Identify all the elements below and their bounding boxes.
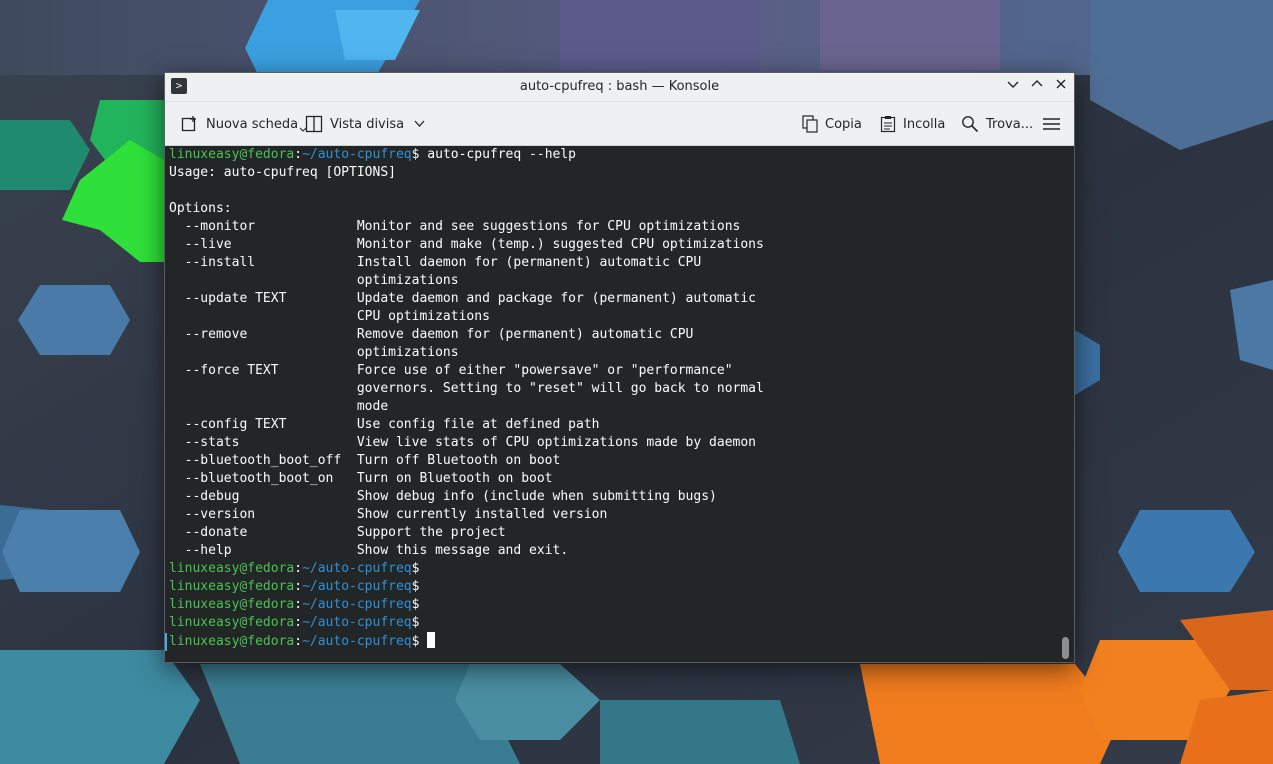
prompt-path: ~/auto-cpufreq (302, 579, 412, 594)
prompt-user-host: linuxeasy@fedora (169, 579, 295, 594)
find-label: Trova... (986, 116, 1034, 132)
prompt-path: ~/auto-cpufreq (302, 615, 412, 630)
output-line: --debug Show debug info (include when su… (169, 489, 717, 504)
output-line: mode (169, 399, 389, 414)
paste-label: Incolla (903, 116, 946, 132)
search-icon (962, 116, 979, 133)
new-tab-button[interactable]: Nuova scheda (181, 112, 307, 136)
hamburger-menu-button[interactable] (1043, 112, 1067, 136)
output-line: optimizations (169, 345, 459, 360)
output-line: --monitor Monitor and see suggestions fo… (169, 219, 741, 234)
output-line: --version Show currently installed versi… (169, 507, 608, 522)
konsole-window: > auto-cpufreq : bash — Konsole Nuova sc… (164, 72, 1075, 663)
chevron-down-icon (1007, 81, 1019, 88)
find-button[interactable]: Trova... (961, 112, 1033, 136)
prompt-line: linuxeasy@fedora:~/auto-cpufreq$ (169, 578, 764, 596)
chevron-up-icon (1031, 80, 1043, 87)
prompt-colon: : (294, 634, 303, 649)
output-line: --config TEXT Use config file at defined… (169, 417, 600, 432)
prompt-symbol: $ (411, 615, 420, 630)
prompt-line: linuxeasy@fedora:~/auto-cpufreq$ (169, 596, 764, 614)
prompt-path: ~/auto-cpufreq (302, 597, 412, 612)
text-cursor (427, 632, 436, 648)
output-line: --update TEXT Update daemon and package … (169, 291, 756, 306)
output-line: Options: (169, 201, 232, 216)
output-line: governors. Setting to "reset" will go ba… (169, 381, 764, 396)
new-tab-icon (181, 116, 196, 132)
prompt-colon: : (294, 597, 303, 612)
close-button[interactable] (1051, 77, 1071, 97)
prompt-colon: : (294, 147, 303, 162)
prompt-colon: : (294, 615, 303, 630)
copy-button[interactable]: Copia (802, 112, 862, 136)
output-line: --stats View live stats of CPU optimizat… (169, 435, 756, 450)
command-text: auto-cpufreq --help (419, 147, 577, 162)
scrollbar[interactable] (1062, 637, 1069, 659)
copy-label: Copia (825, 116, 862, 132)
prompt-symbol: $ (411, 634, 420, 649)
prompt-colon: : (294, 579, 303, 594)
prompt-user-host: linuxeasy@fedora (169, 561, 295, 576)
hamburger-menu-icon (1043, 118, 1060, 130)
prompt-line: linuxeasy@fedora:~/auto-cpufreq$ (169, 560, 764, 578)
prompt-path: ~/auto-cpufreq (302, 561, 412, 576)
output-line: CPU optimizations (169, 309, 490, 324)
output-line: --install Install daemon for (permanent)… (169, 255, 702, 270)
output-line: --live Monitor and make (temp.) suggeste… (169, 237, 764, 252)
output-line: --donate Support the project (169, 525, 506, 540)
window-title: auto-cpufreq : bash — Konsole (519, 79, 720, 94)
split-view-icon (305, 115, 323, 133)
output-line: Usage: auto-cpufreq [OPTIONS] (169, 165, 396, 180)
split-view-label: Vista divisa (330, 116, 405, 132)
output-line: --bluetooth_boot_off Turn off Bluetooth … (169, 453, 561, 468)
terminal-area[interactable]: linuxeasy@fedora:~/auto-cpufreq$ auto-cp… (165, 146, 1074, 662)
output-line: optimizations (169, 273, 459, 288)
prompt-user-host: linuxeasy@fedora (169, 634, 295, 649)
minimize-button[interactable] (1003, 77, 1023, 97)
output-line: --remove Remove daemon for (permanent) a… (169, 327, 694, 342)
toolbar: Nuova scheda Vista divisa Copia Incolla … (165, 102, 1074, 146)
output-line: --bluetooth_boot_on Turn on Bluetooth on… (169, 471, 553, 486)
title-bar[interactable]: > auto-cpufreq : bash — Konsole (165, 73, 1074, 102)
current-line-marker (165, 633, 167, 651)
terminal-output: linuxeasy@fedora:~/auto-cpufreq$ auto-cp… (169, 146, 764, 650)
prompt-user-host: linuxeasy@fedora (169, 147, 295, 162)
prompt-path: ~/auto-cpufreq (302, 634, 412, 649)
output-line: --force TEXT Force use of either "powers… (169, 363, 733, 378)
prompt-colon: : (294, 561, 303, 576)
prompt-user-host: linuxeasy@fedora (169, 597, 295, 612)
prompt-symbol: $ (411, 597, 420, 612)
maximize-button[interactable] (1027, 77, 1047, 97)
close-icon (1056, 79, 1066, 89)
prompt-line: linuxeasy@fedora:~/auto-cpufreq$ (169, 632, 764, 650)
prompt-symbol: $ (411, 561, 420, 576)
prompt-symbol: $ (411, 579, 420, 594)
paste-button[interactable]: Incolla (880, 112, 945, 136)
prompt-path: ~/auto-cpufreq (302, 147, 412, 162)
chevron-down-icon (414, 120, 425, 127)
split-view-button[interactable]: Vista divisa (305, 112, 432, 136)
prompt-line: linuxeasy@fedora:~/auto-cpufreq$ auto-cp… (169, 146, 764, 164)
prompt-line: linuxeasy@fedora:~/auto-cpufreq$ (169, 614, 764, 632)
copy-icon (802, 115, 818, 133)
prompt-user-host: linuxeasy@fedora (169, 615, 295, 630)
paste-icon (880, 116, 896, 133)
output-line: --help Show this message and exit. (169, 543, 569, 558)
new-tab-label: Nuova scheda (206, 116, 299, 132)
